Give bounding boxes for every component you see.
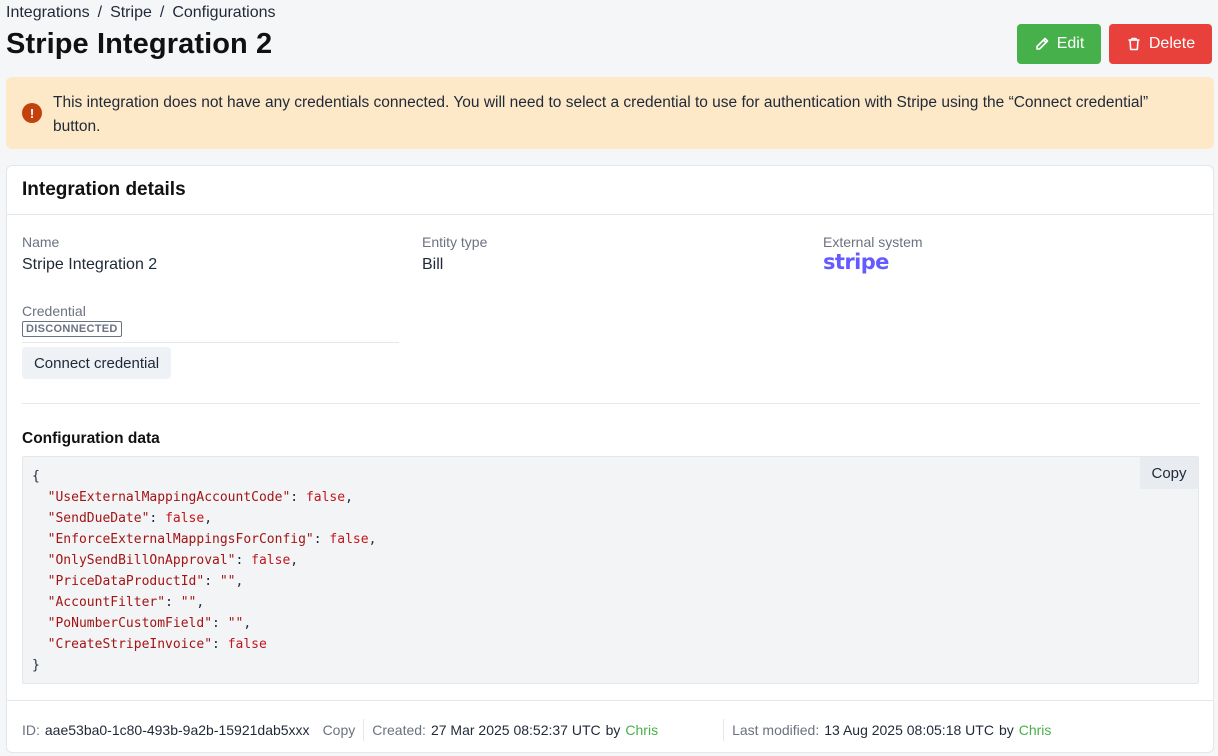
entity-type-label: Entity type — [422, 234, 488, 250]
config-key: "OnlySendBillOnApproval" — [47, 553, 236, 568]
configuration-json: { "UseExternalMappingAccountCode": false… — [32, 466, 376, 676]
divider — [22, 403, 1200, 404]
config-key: "SendDueDate" — [47, 511, 150, 526]
code-line: "SendDueDate": false, — [47, 511, 213, 526]
created-value: 27 Mar 2025 08:52:37 UTC — [430, 722, 601, 738]
breadcrumb-configurations[interactable]: Configurations — [172, 4, 275, 22]
delete-button[interactable]: Delete — [1109, 24, 1212, 64]
external-system-label: External system — [823, 234, 923, 250]
code-line: } — [32, 658, 40, 673]
breadcrumb: Integrations / Stripe / Configurations — [6, 4, 275, 22]
card-title: Integration details — [7, 166, 1213, 215]
config-value: false — [165, 511, 205, 526]
copy-id-button[interactable]: Copy — [323, 722, 356, 738]
credential-label: Credential — [22, 303, 86, 319]
page-title: Stripe Integration 2 — [6, 28, 273, 60]
divider — [22, 342, 399, 343]
modified-by-text: by — [998, 722, 1014, 738]
id-label: ID: — [22, 722, 40, 738]
name-label: Name — [22, 234, 60, 250]
modified-label: Last modified: — [732, 722, 820, 738]
code-line: { — [32, 469, 40, 484]
breadcrumb-stripe[interactable]: Stripe — [110, 4, 152, 22]
config-key: "PriceDataProductId" — [47, 574, 205, 589]
id-value: aae53ba0-1c80-493b-9a2b-15921dab5xxx — [44, 722, 310, 738]
breadcrumb-separator: / — [97, 4, 103, 21]
config-value: "" — [219, 574, 236, 589]
configuration-code-block: { "UseExternalMappingAccountCode": false… — [22, 456, 1199, 684]
stripe-logo: stripe — [823, 250, 889, 274]
alert-message: This integration does not have any crede… — [53, 94, 1149, 135]
credential-warning-alert: ! This integration does not have any cre… — [6, 77, 1214, 149]
code-line: "PoNumberCustomField": "", — [47, 616, 252, 631]
modified-user-link[interactable]: Chris — [1019, 722, 1052, 738]
exclamation-icon: ! — [22, 103, 42, 123]
config-key: "PoNumberCustomField" — [47, 616, 213, 631]
config-key: "AccountFilter" — [47, 595, 166, 610]
config-value: false — [227, 637, 267, 652]
config-key: "CreateStripeInvoice" — [47, 637, 213, 652]
name-value: Stripe Integration 2 — [22, 256, 158, 273]
edit-button[interactable]: Edit — [1017, 24, 1101, 64]
breadcrumb-integrations[interactable]: Integrations — [6, 4, 90, 22]
pencil-icon — [1035, 37, 1049, 50]
created-label: Created: — [372, 722, 426, 738]
divider — [363, 719, 365, 741]
card-footer: ID: aae53ba0-1c80-493b-9a2b-15921dab5xxx… — [22, 719, 1051, 741]
config-value: "" — [180, 595, 197, 610]
status-badge: DISCONNECTED — [22, 321, 122, 337]
config-value: "" — [227, 616, 244, 631]
divider — [723, 719, 725, 741]
code-line: "PriceDataProductId": "", — [47, 574, 244, 589]
config-key: "EnforceExternalMappingsForConfig" — [47, 532, 314, 547]
code-line: "OnlySendBillOnApproval": false, — [47, 553, 299, 568]
copy-config-button[interactable]: Copy — [1140, 457, 1198, 489]
code-line: "AccountFilter": "", — [47, 595, 205, 610]
edit-button-label: Edit — [1056, 35, 1085, 52]
config-key: "UseExternalMappingAccountCode" — [47, 490, 291, 505]
divider — [7, 700, 1213, 701]
connect-credential-button[interactable]: Connect credential — [22, 347, 171, 379]
code-line: "EnforceExternalMappingsForConfig": fals… — [47, 532, 377, 547]
config-value: false — [329, 532, 369, 547]
delete-button-label: Delete — [1148, 35, 1196, 52]
created-user-link[interactable]: Chris — [625, 722, 658, 738]
code-line: "UseExternalMappingAccountCode": false, — [47, 490, 353, 505]
config-value: false — [251, 553, 291, 568]
trash-icon — [1128, 37, 1140, 51]
entity-type-value: Bill — [422, 256, 444, 273]
modified-value: 13 Aug 2025 08:05:18 UTC — [824, 722, 994, 738]
code-line: "CreateStripeInvoice": false — [47, 637, 267, 652]
integration-details-card: Integration details Name Stripe Integrat… — [6, 165, 1214, 753]
breadcrumb-separator: / — [159, 4, 165, 21]
created-by-text: by — [605, 722, 621, 738]
config-value: false — [305, 490, 346, 505]
configuration-data-title: Configuration data — [22, 430, 160, 447]
